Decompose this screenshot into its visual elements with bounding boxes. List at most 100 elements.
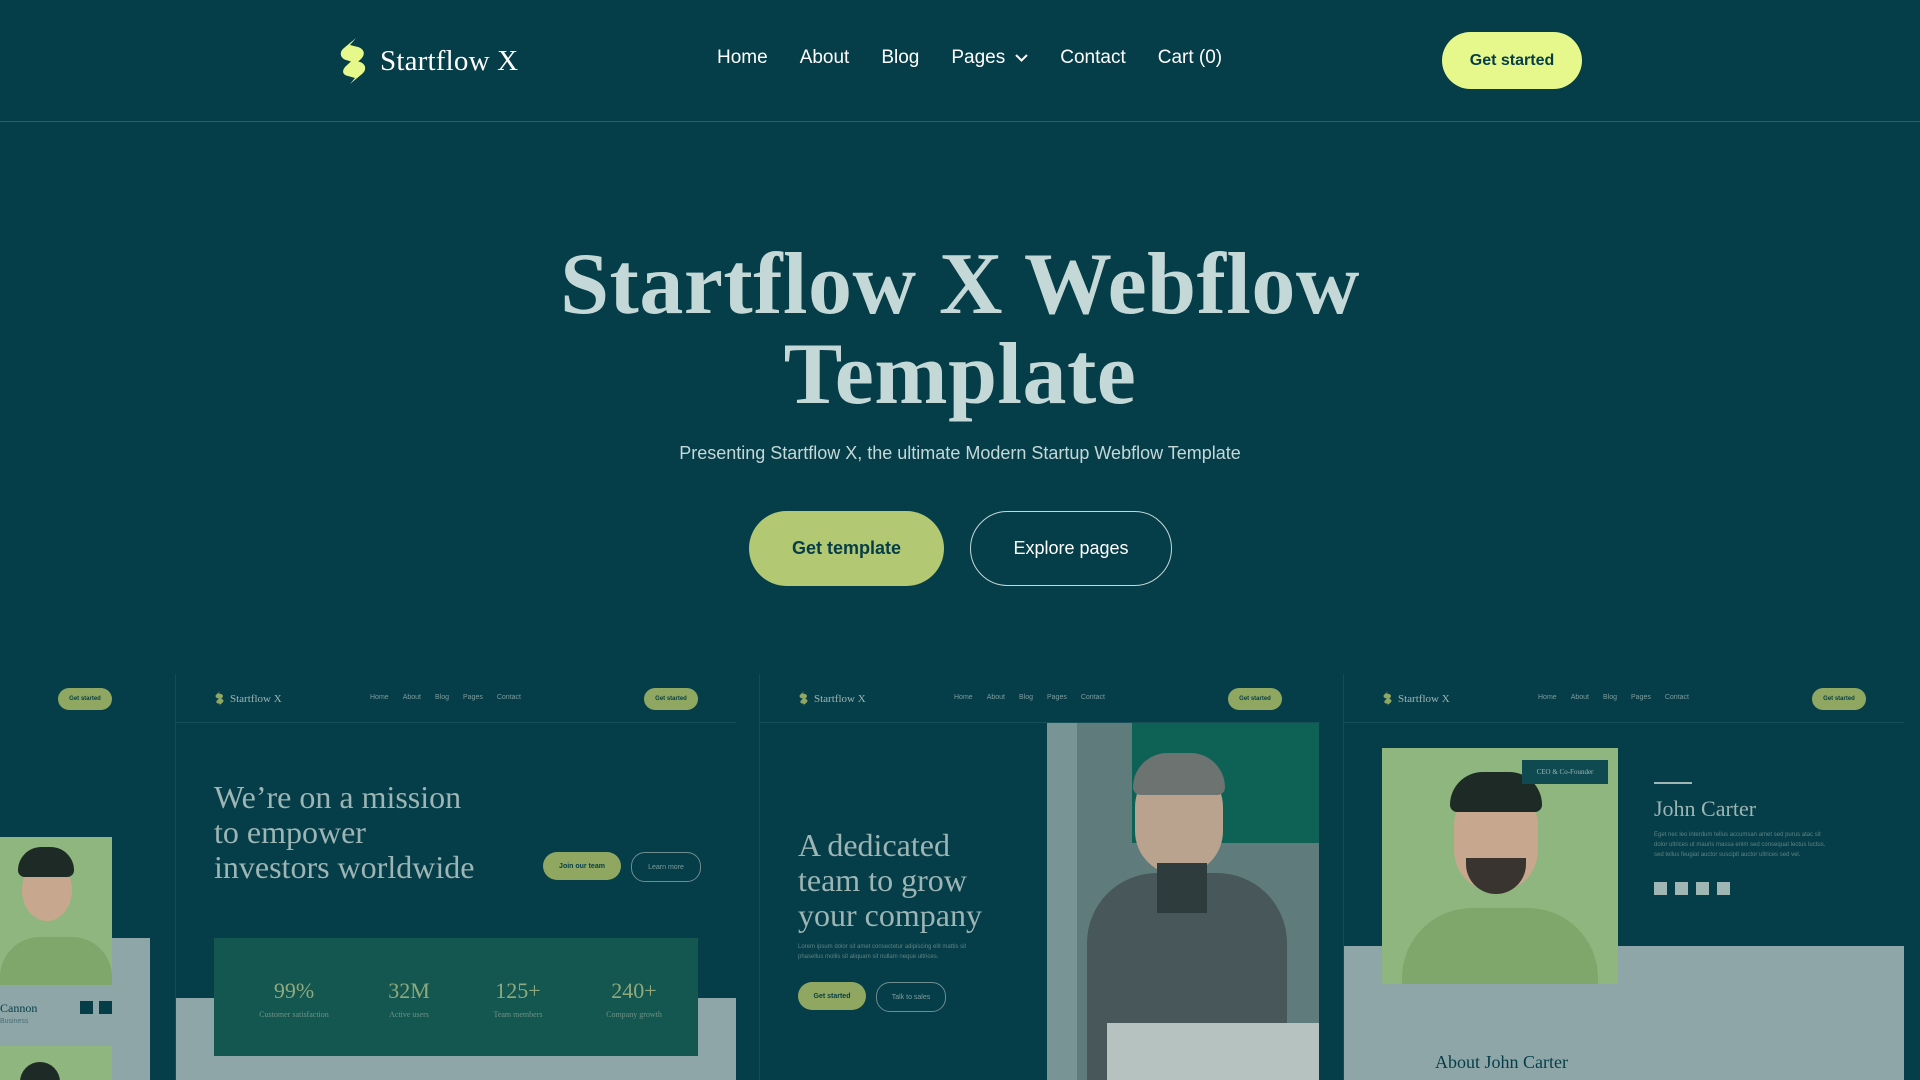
twitter-icon — [80, 1001, 93, 1014]
nav-pages-label: Pages — [951, 47, 1006, 68]
get-template-button[interactable]: Get template — [749, 511, 944, 586]
stat-label: Team members — [493, 1010, 543, 1019]
preview-get-started-button: Get started — [1228, 688, 1282, 710]
profile-bio-line-2: dolor ultrices ut mauris massa enim sed … — [1654, 842, 1826, 848]
preview-card-mission[interactable]: Startflow X Home About Blog Pages Contac… — [175, 674, 736, 1080]
preview-card-team[interactable]: Startflow X Home About Blog Pages Contac… — [759, 674, 1320, 1080]
preview-links: Home About Blog Pages Contact — [1538, 694, 1703, 701]
brand[interactable]: Startflow X — [336, 36, 518, 86]
preview-card-profile-partial[interactable]: Get started Cannon Business — [0, 674, 152, 1080]
preview-link-home: Home — [954, 694, 973, 701]
stat-satisfaction: 99% Customer satisfaction — [244, 978, 344, 1019]
learn-more-button: Learn more — [631, 852, 701, 882]
mission-title-line-3: investors worldwide — [214, 849, 475, 885]
preview-brand-name: Startflow X — [1398, 692, 1450, 705]
preview-get-started-button: Get started — [58, 688, 112, 710]
preview-link-about: About — [402, 694, 421, 701]
preview-link-home: Home — [370, 694, 389, 701]
linkedin-icon — [1717, 882, 1730, 895]
preview-get-started-button: Get started — [1812, 688, 1866, 710]
get-started-button[interactable]: Get started — [1442, 32, 1582, 89]
explore-pages-button[interactable]: Explore pages — [970, 511, 1172, 586]
nav-home[interactable]: Home — [717, 47, 768, 69]
stats-box: 99% Customer satisfaction 32M Active use… — [214, 938, 698, 1056]
role-badge: CEO & Co-Founder — [1522, 760, 1608, 784]
profile-bio: Eget nec leo interdum tellus accumsan am… — [1654, 830, 1874, 860]
accent-divider — [1654, 782, 1692, 784]
profile-bio-line-1: Eget nec leo interdum tellus accumsan am… — [1654, 832, 1821, 838]
preview-link-about: About — [986, 694, 1005, 701]
preview-link-contact: Contact — [496, 694, 521, 701]
person-photo-2 — [0, 1046, 112, 1080]
preview-link-pages: Pages — [1631, 694, 1651, 701]
team-body-line-1: Lorem ipsum dolor sit amet consectetur a… — [798, 944, 967, 950]
team-photo — [1047, 723, 1319, 1080]
hero-title: Startflow X Webflow Template — [460, 240, 1460, 420]
instagram-icon — [1696, 882, 1709, 895]
preview-link-blog: Blog — [1018, 694, 1033, 701]
preview-link-about: About — [1570, 694, 1589, 701]
team-title-line-2: team to grow — [798, 862, 967, 898]
mission-title-line-2: to empower — [214, 814, 366, 850]
chevron-down-icon — [1015, 54, 1028, 62]
preview-brand: Startflow X — [1382, 690, 1450, 707]
stat-label: Company growth — [606, 1010, 662, 1019]
nav-about[interactable]: About — [800, 47, 850, 69]
preview-link-contact: Contact — [1664, 694, 1689, 701]
nav-contact[interactable]: Contact — [1060, 47, 1125, 69]
preview-link-pages: Pages — [1047, 694, 1067, 701]
facebook-icon — [1654, 882, 1667, 895]
stat-label: Active users — [389, 1010, 429, 1019]
profile-bio-line-3: sed tellus feugiat auctor suscipit aucto… — [1654, 852, 1801, 858]
join-our-team-button: Join our team — [543, 852, 621, 880]
stat-value: 125+ — [495, 978, 541, 1003]
preview-link-contact: Contact — [1080, 694, 1105, 701]
hero-subtitle: Presenting Startflow X, the ultimate Mod… — [679, 443, 1241, 463]
team-body-line-2: phasellus mollis sit aliquam sit nullam … — [798, 954, 939, 960]
stat-active-users: 32M Active users — [359, 978, 459, 1019]
stat-value: 99% — [273, 978, 315, 1003]
preview-links: Home About Blog Pages Contact — [370, 694, 535, 701]
main-nav: Home About Blog Pages Contact Cart (0) — [717, 47, 1222, 69]
person-photo — [0, 837, 112, 985]
stat-label: Customer satisfaction — [259, 1010, 329, 1019]
team-title-line-1: A dedicated — [798, 827, 950, 863]
linkedin-icon — [99, 1001, 112, 1014]
site-header: Startflow X Home About Blog Pages Contac… — [0, 0, 1920, 122]
stat-team-members: 125+ Team members — [468, 978, 568, 1019]
profile-name: John Carter — [1654, 796, 1757, 821]
preview-get-started-button: Get started — [644, 688, 698, 710]
team-body: Lorem ipsum dolor sit amet consectetur a… — [798, 942, 1013, 962]
nav-cart[interactable]: Cart (0) — [1158, 47, 1222, 69]
preview-brand: Startflow X — [214, 690, 282, 707]
preview-nav: Startflow X Home About Blog Pages Contac… — [760, 674, 1320, 723]
preview-nav: Startflow X Home About Blog Pages Contac… — [176, 674, 736, 723]
twitter-icon — [1675, 882, 1688, 895]
preview-link-home: Home — [1538, 694, 1557, 701]
preview-link-blog: Blog — [434, 694, 449, 701]
stat-value: 32M — [388, 978, 430, 1003]
hero-title-line-2: Template — [783, 326, 1137, 423]
about-section-title: About John Carter — [1435, 1052, 1568, 1072]
hero-title-line-1: Startflow X Webflow — [560, 236, 1360, 333]
stat-company-growth: 240+ Company growth — [584, 978, 684, 1019]
team-title: A dedicated team to grow your company — [798, 828, 982, 933]
preview-link-pages: Pages — [463, 694, 483, 701]
preview-brand-name: Startflow X — [814, 692, 866, 705]
startflow-logo-icon — [215, 691, 224, 706]
person-role: Business — [0, 1018, 29, 1025]
preview-brand-name: Startflow X — [230, 692, 282, 705]
startflow-logo-icon — [1383, 691, 1392, 706]
profile-socials — [1654, 882, 1738, 900]
nav-blog[interactable]: Blog — [881, 47, 919, 69]
stat-value: 240+ — [611, 978, 657, 1003]
team-get-started-button: Get started — [798, 982, 866, 1010]
preview-links: Home About Blog Pages Contact — [954, 694, 1119, 701]
startflow-logo-icon — [340, 38, 366, 84]
preview-card-profile[interactable]: Startflow X Home About Blog Pages Contac… — [1343, 674, 1904, 1080]
mission-title-line-1: We’re on a mission — [214, 779, 462, 815]
person-name: Cannon — [0, 1001, 38, 1015]
preview-link-blog: Blog — [1602, 694, 1617, 701]
brand-name: Startflow X — [380, 44, 519, 77]
nav-pages[interactable]: Pages — [951, 47, 1028, 69]
